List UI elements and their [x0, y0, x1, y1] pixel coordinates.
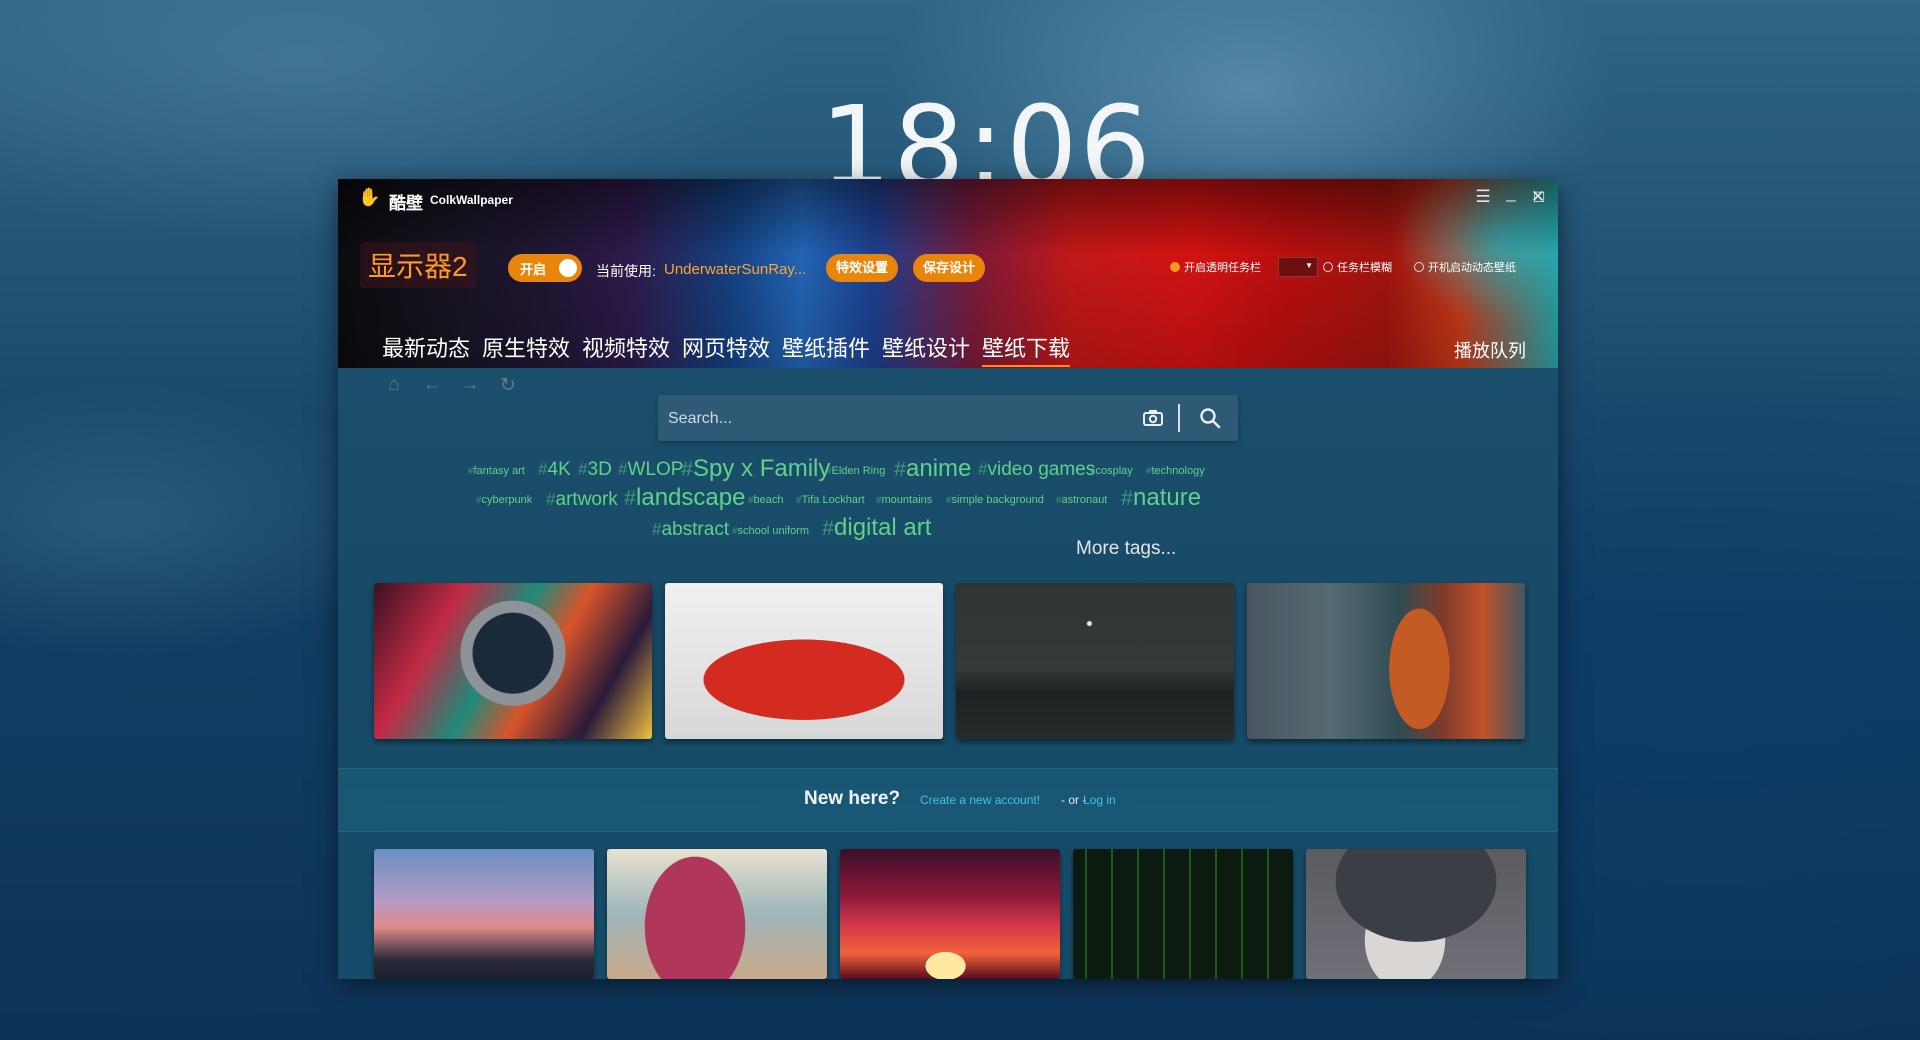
- radio-icon: [1323, 262, 1333, 272]
- more-tags-link[interactable]: More tags...: [1076, 538, 1176, 560]
- chevron-down-icon: ▼: [1305, 261, 1313, 270]
- app-title-cn: 酷壁: [389, 194, 423, 213]
- checkbox-icon: [1170, 262, 1180, 272]
- enable-toggle-label: 开启: [520, 261, 547, 277]
- wallpaper-thumb-castle-landscape[interactable]: [374, 849, 594, 979]
- tag-fantasy-art[interactable]: #fantasy art: [468, 465, 525, 477]
- play-queue-button[interactable]: 播放队列: [1454, 337, 1526, 363]
- tag-tifa-lockhart[interactable]: #Tifa Lockhart: [796, 494, 865, 506]
- tab-native-effects[interactable]: 原生特效: [482, 331, 570, 363]
- tag-elden-ring[interactable]: #Elden Ring: [826, 465, 885, 477]
- tag-simple-background[interactable]: #simple background: [946, 494, 1044, 506]
- option-transparent-taskbar-label: 开启透明任务栏: [1184, 262, 1261, 274]
- search-divider: [1178, 404, 1180, 432]
- tab-wallpaper-download[interactable]: 壁纸下载: [982, 331, 1071, 367]
- camera-icon[interactable]: [1141, 406, 1165, 430]
- close-button[interactable]: ✕: [1527, 187, 1549, 207]
- tag-video-games[interactable]: #video games: [978, 459, 1095, 481]
- taskbar-dropdown[interactable]: ▼: [1278, 257, 1318, 277]
- back-arrow-icon[interactable]: ←: [422, 374, 442, 396]
- app-window: ✋ 酷壁 ColkWallpaper ☰ _ ☐ ✕ 显示器2 开启 当前使用:…: [338, 179, 1558, 979]
- tab-latest[interactable]: 最新动态: [382, 331, 470, 363]
- new-here-title: New here?: [804, 788, 901, 809]
- monitor-label[interactable]: 显示器2: [360, 242, 476, 288]
- tag-anime[interactable]: #anime: [894, 455, 971, 483]
- tag-technology[interactable]: #technology: [1146, 465, 1205, 477]
- app-header: ✋ 酷壁 ColkWallpaper ☰ _ ☐ ✕ 显示器2 开启 当前使用:…: [338, 179, 1558, 368]
- enable-toggle[interactable]: 开启: [508, 254, 582, 282]
- tag-cosplay[interactable]: #cosplay: [1090, 465, 1133, 477]
- effect-settings-button[interactable]: 特效设置: [826, 254, 899, 282]
- option-taskbar-blur-label: 任务栏模糊: [1337, 262, 1392, 274]
- tag-4k[interactable]: #4K: [538, 459, 571, 481]
- tag-artwork[interactable]: #artwork: [546, 489, 618, 511]
- new-here-banner: New here? Create a new account! - or - L…: [338, 768, 1558, 832]
- tab-web-effects[interactable]: 网页特效: [682, 331, 770, 363]
- tag-landscape[interactable]: #landscape: [624, 484, 745, 512]
- current-wallpaper-value[interactable]: UnderwaterSunRay...: [664, 261, 806, 278]
- tag-nature[interactable]: #nature: [1121, 484, 1201, 512]
- wallpaper-thumb-red-car[interactable]: [665, 583, 943, 739]
- forward-arrow-icon[interactable]: →: [460, 374, 480, 396]
- tab-video-effects[interactable]: 视频特效: [582, 331, 670, 363]
- app-logo-icon: ✋: [358, 187, 381, 207]
- tab-wallpaper-design[interactable]: 壁纸设计: [882, 331, 970, 363]
- search-icon[interactable]: [1198, 406, 1222, 430]
- minimize-button[interactable]: _: [1500, 183, 1522, 203]
- create-account-link[interactable]: Create a new account!: [920, 793, 1040, 807]
- login-link[interactable]: Log in: [1083, 793, 1116, 807]
- tag-school-uniform[interactable]: #school uniform: [732, 525, 809, 537]
- tag-astronaut[interactable]: #astronaut: [1056, 494, 1107, 506]
- menu-icon[interactable]: ☰: [1472, 187, 1494, 207]
- refresh-icon[interactable]: ↻: [498, 374, 518, 397]
- tag-beach[interactable]: #beach: [748, 494, 783, 506]
- tag-3d[interactable]: #3D: [578, 459, 612, 481]
- wallpaper-thumb-astronaut[interactable]: [374, 583, 652, 739]
- wallpaper-thumb-sunset[interactable]: [840, 849, 1060, 979]
- tag-digital-art[interactable]: #digital art: [822, 514, 931, 542]
- option-autostart-label: 开机启动动态壁纸: [1428, 262, 1516, 274]
- tab-wallpaper-plugins[interactable]: 壁纸插件: [782, 331, 870, 363]
- wallpaper-thumb-anime-cafe[interactable]: [607, 849, 827, 979]
- option-autostart[interactable]: 开机启动动态壁纸: [1414, 259, 1516, 275]
- tag-spy-x-family[interactable]: #Spy x Family: [681, 455, 830, 483]
- app-title-en: ColkWallpaper: [430, 193, 513, 207]
- tag-abstract[interactable]: #abstract: [652, 519, 729, 541]
- save-design-button[interactable]: 保存设计: [913, 254, 986, 282]
- option-transparent-taskbar[interactable]: 开启透明任务栏: [1170, 259, 1261, 275]
- tag-mountains[interactable]: #mountains: [876, 494, 932, 506]
- wallpaper-thumb-night-street[interactable]: [956, 583, 1234, 739]
- home-icon[interactable]: ⌂: [384, 374, 404, 396]
- wallpaper-thumb-anime-girl[interactable]: [1247, 583, 1525, 739]
- toggle-knob: [559, 259, 577, 277]
- tag-wlop[interactable]: #WLOP: [618, 459, 683, 481]
- radio-icon: [1414, 262, 1424, 272]
- current-wallpaper-label: 当前使用:: [596, 263, 656, 279]
- browser-content: ⌂ ← → ↻ Search... #fantasy art #4K #3D #…: [338, 368, 1558, 979]
- search-bar: Search...: [658, 395, 1238, 441]
- wallpaper-thumb-witch[interactable]: [1306, 849, 1526, 979]
- tag-cyberpunk[interactable]: #cyberpunk: [476, 494, 532, 506]
- wallpaper-thumb-matrix[interactable]: [1073, 849, 1293, 979]
- option-taskbar-blur[interactable]: 任务栏模糊: [1323, 259, 1392, 275]
- search-input[interactable]: Search...: [668, 410, 732, 428]
